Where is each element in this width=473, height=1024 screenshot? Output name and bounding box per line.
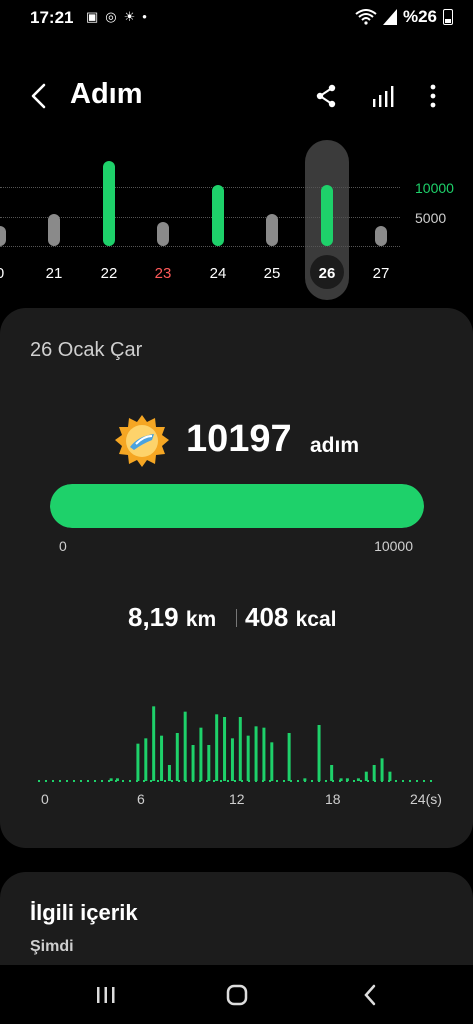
hourly-bar: [115, 778, 119, 781]
y-label-5000: 5000: [415, 210, 447, 226]
hourly-steps-chart: [38, 706, 435, 782]
day-label-26[interactable]: 26: [307, 265, 347, 282]
hourly-bar: [246, 735, 250, 781]
daily-summary-card: 26 Ocak Çar 10197 adım 0 10000 8,19 km 4…: [0, 308, 473, 848]
signal-icon: [382, 9, 397, 25]
hourly-bar: [262, 727, 266, 781]
hourly-bar: [388, 771, 392, 781]
related-title: İlgili içerik: [30, 900, 138, 925]
back-icon[interactable]: [26, 82, 52, 110]
hourly-bar: [270, 742, 274, 781]
gallery-icon: ▣: [86, 9, 99, 24]
hourly-bar: [254, 726, 258, 781]
step-count: 10197: [186, 418, 292, 460]
related-subtitle: Şimdi: [30, 938, 74, 955]
step-goal-progress-bar: [50, 484, 424, 528]
calories-value: 408 kcal: [245, 602, 337, 632]
achievement-badge-icon: [115, 415, 169, 467]
day-bar-21[interactable]: [48, 214, 60, 246]
hourly-bar: [144, 738, 148, 781]
hourly-bar: [330, 765, 334, 781]
system-nav-bar: [0, 965, 473, 1024]
day-bar-26[interactable]: [321, 184, 333, 246]
hourly-bar: [183, 711, 187, 781]
page-title: Adım: [70, 78, 143, 110]
hourly-bar: [339, 778, 343, 781]
day-label-0[interactable]: 0: [0, 265, 20, 282]
weekly-steps-chart[interactable]: 10000 5000 0 21 22 23 24 25 26 27: [0, 135, 473, 300]
share-icon[interactable]: [312, 82, 340, 110]
app-header: Adım: [0, 70, 473, 124]
hour-label-24: 24(s): [410, 791, 442, 807]
hourly-bar: [136, 743, 140, 781]
wifi-icon: [355, 9, 377, 25]
progress-min-label: 0: [59, 538, 67, 554]
progress-fill: [50, 484, 424, 528]
battery-icon: [443, 9, 453, 25]
recent-apps-icon[interactable]: [91, 981, 121, 1009]
dot-icon: •: [142, 9, 147, 24]
hourly-bar: [238, 717, 242, 781]
weather-icon: ☀: [123, 9, 136, 24]
back-nav-icon[interactable]: [356, 981, 386, 1009]
hourly-bar: [160, 735, 164, 781]
day-label-27[interactable]: 27: [361, 265, 401, 282]
day-bar-25[interactable]: [266, 214, 278, 246]
stat-separator: [236, 609, 237, 627]
hour-label-0: 0: [41, 791, 49, 807]
hour-label-18: 18: [325, 791, 341, 807]
step-unit: adım: [310, 434, 360, 457]
hourly-bar: [356, 778, 360, 781]
hourly-bar: [167, 765, 171, 781]
battery-level: %26: [402, 7, 437, 26]
hourly-bar: [175, 733, 179, 781]
instagram-icon: ◎: [105, 9, 117, 24]
hourly-bar: [303, 778, 307, 781]
hourly-bar: [191, 745, 195, 781]
day-label-21[interactable]: 21: [34, 265, 74, 282]
day-bar-23[interactable]: [157, 222, 169, 246]
hour-label-12: 12: [229, 791, 245, 807]
status-bar: 17:21 ▣ ◎ ☀ • %26: [0, 0, 473, 36]
hourly-bar: [207, 745, 211, 781]
hourly-bar: [230, 738, 234, 781]
gridline-5000: [0, 217, 400, 218]
hourly-bar: [317, 725, 321, 781]
day-bar-27[interactable]: [375, 225, 387, 246]
hourly-bar: [345, 778, 349, 781]
hourly-bar: [215, 714, 219, 781]
hour-label-6: 6: [137, 791, 145, 807]
selected-date: 26 Ocak Çar: [30, 339, 143, 361]
hourly-bar: [287, 733, 291, 781]
day-bar-0[interactable]: [0, 225, 6, 246]
home-icon[interactable]: [222, 981, 252, 1009]
day-bar-24[interactable]: [212, 184, 224, 246]
day-label-24[interactable]: 24: [198, 265, 238, 282]
day-label-22[interactable]: 22: [89, 265, 129, 282]
hourly-bar: [223, 717, 227, 781]
gridline-10000: [0, 187, 400, 188]
notification-icons: ▣ ◎ ☀ •: [86, 9, 147, 25]
hourly-bar: [372, 765, 376, 781]
day-label-25[interactable]: 25: [252, 265, 292, 282]
gridline-base: [0, 246, 400, 247]
hourly-bar: [199, 727, 203, 781]
hourly-bar: [109, 778, 113, 781]
chart-icon[interactable]: [370, 82, 398, 110]
day-label-23[interactable]: 23: [143, 265, 183, 282]
progress-goal-label: 10000: [374, 538, 413, 554]
distance-value: 8,19 km: [128, 602, 217, 632]
day-bar-22[interactable]: [103, 161, 115, 246]
hourly-bar: [380, 758, 384, 781]
more-options-icon[interactable]: [419, 82, 447, 110]
y-label-10000: 10000: [415, 180, 454, 196]
status-time: 17:21: [30, 8, 74, 27]
hourly-bar: [364, 771, 368, 781]
hourly-bar: [152, 706, 156, 781]
related-content-card[interactable]: İlgili içerik Şimdi: [0, 872, 473, 972]
